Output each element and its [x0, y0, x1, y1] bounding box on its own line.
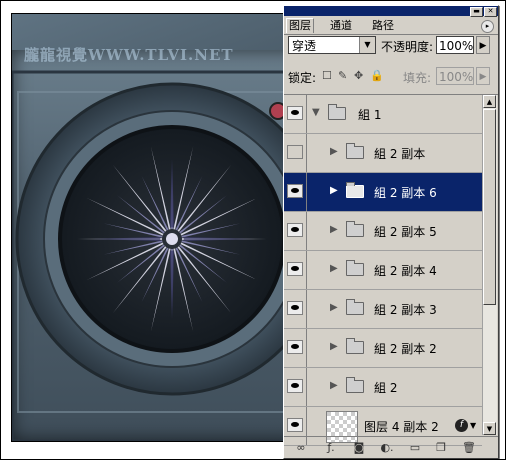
tab-channels[interactable]: 通道 — [328, 19, 354, 33]
layer-row[interactable]: ▶ 組 2 副本 2 — [284, 329, 482, 368]
panel-bottom-toolbar: ∞ ƒ. ◙ ◐. ▭ ❐ 🗑 — [284, 436, 498, 459]
blend-mode-select[interactable]: 穿透 ▼ — [288, 36, 376, 54]
folder-icon — [346, 182, 364, 198]
folder-icon — [346, 299, 364, 315]
scroll-up-button[interactable]: ▲ — [483, 95, 496, 108]
eye-icon[interactable] — [287, 223, 303, 237]
new-group-icon[interactable]: ▭ — [408, 441, 422, 454]
chevron-right-icon[interactable]: ▶ — [330, 146, 338, 157]
folder-icon — [346, 143, 364, 159]
layers-panel: ▬ ✕ 图层 通道 路径 ▸ 穿透 ▼ 不透明度: 100% ▶ 锁定: ☐ ✎… — [283, 5, 499, 459]
fill-label: 填充: — [403, 71, 432, 85]
lock-transparency-icon[interactable]: ☐ — [322, 69, 332, 82]
minimize-button[interactable]: ▬ — [470, 7, 483, 17]
layers-list: ▼ 組 1 ▶ 組 2 副本 ▶ 組 2 副本 6 ▶ 組 2 副本 5 ▶ 組… — [284, 95, 482, 446]
blend-row: 穿透 ▼ 不透明度: 100% ▶ — [284, 36, 498, 58]
scrollbar-thumb[interactable] — [483, 109, 496, 305]
eye-icon[interactable] — [287, 379, 303, 393]
tab-paths[interactable]: 路径 — [370, 19, 396, 33]
panel-menu-icon[interactable]: ▸ — [481, 20, 494, 33]
fx-icon[interactable]: f — [455, 419, 468, 432]
fill-slider-arrow[interactable]: ▶ — [476, 67, 490, 85]
folder-icon — [346, 221, 364, 237]
chevron-right-icon[interactable]: ▶ — [330, 185, 338, 196]
chevron-right-icon[interactable]: ▶ — [330, 302, 338, 313]
folder-icon — [346, 377, 364, 393]
screenshot-frame: 朧龍視覺WWW.TLVI.NET ▬ ✕ 图层 通道 路径 ▸ 穿透 ▼ 不透明… — [0, 0, 506, 460]
lock-pixels-icon[interactable]: ✎ — [338, 69, 347, 82]
eye-icon[interactable] — [287, 418, 303, 432]
eye-icon[interactable] — [287, 262, 303, 276]
layer-mask-icon[interactable]: ◙ — [352, 441, 366, 454]
layer-name: 組 2 副本 5 — [374, 225, 437, 239]
layer-name: 組 2 副本 — [374, 147, 426, 161]
layer-row[interactable]: ▶ 組 2 副本 3 — [284, 290, 482, 329]
eye-icon[interactable] — [287, 340, 303, 354]
eye-icon[interactable] — [287, 145, 303, 159]
layer-row[interactable]: ▶ 組 2 副本 — [284, 134, 482, 173]
panel-tabs: 图层 通道 路径 — [284, 17, 498, 35]
chevron-down-icon[interactable]: ▼ — [470, 421, 476, 430]
chevron-down-icon[interactable]: ▼ — [359, 37, 375, 53]
layer-name: 图层 4 副本 2 — [364, 420, 439, 434]
delete-layer-icon[interactable]: 🗑 — [462, 441, 476, 454]
layer-name: 組 2 副本 6 — [374, 186, 437, 200]
opacity-label: 不透明度: — [381, 40, 434, 54]
lock-position-icon[interactable]: ✥ — [354, 69, 363, 82]
eye-icon[interactable] — [287, 301, 303, 315]
layer-style-icon[interactable]: ƒ. — [324, 441, 338, 454]
fill-input[interactable]: 100% — [436, 67, 474, 85]
folder-icon — [346, 260, 364, 276]
watermark-text: 朧龍視覺WWW.TLVI.NET — [24, 46, 234, 64]
opacity-input[interactable]: 100% — [436, 36, 474, 54]
lock-label: 锁定: — [288, 71, 317, 85]
tab-layers[interactable]: 图层 — [286, 18, 314, 33]
chevron-right-icon[interactable]: ▶ — [330, 380, 338, 391]
close-button[interactable]: ✕ — [484, 7, 497, 17]
new-layer-icon[interactable]: ❐ — [434, 441, 448, 454]
chevron-right-icon[interactable]: ▶ — [330, 341, 338, 352]
layer-row-selected[interactable]: ▶ 組 2 副本 6 — [284, 173, 482, 212]
link-layers-icon[interactable]: ∞ — [294, 441, 308, 454]
emblem-graphic — [12, 70, 308, 441]
lock-all-icon[interactable]: 🔒 — [370, 69, 384, 82]
scroll-down-button[interactable]: ▼ — [483, 422, 496, 435]
layers-scrollbar[interactable]: ▲ ▼ — [482, 95, 497, 435]
folder-icon — [346, 338, 364, 354]
layer-name: 組 2 副本 4 — [374, 264, 437, 278]
eye-icon[interactable] — [287, 106, 303, 120]
layer-name: 組 1 — [358, 108, 382, 122]
adjustment-layer-icon[interactable]: ◐. — [380, 441, 394, 454]
eye-icon[interactable] — [287, 184, 303, 198]
layer-row[interactable]: ▶ 組 2 副本 5 — [284, 212, 482, 251]
canvas-artwork: 朧龍視覺WWW.TLVI.NET — [11, 13, 309, 442]
chevron-down-icon[interactable]: ▼ — [312, 107, 320, 118]
panel-titlebar[interactable]: ▬ ✕ — [284, 6, 498, 17]
layer-row[interactable]: ▶ 組 2 — [284, 368, 482, 407]
chevron-right-icon[interactable]: ▶ — [330, 224, 338, 235]
layer-name: 組 2 副本 2 — [374, 342, 437, 356]
lock-row: 锁定: ☐ ✎ ✥ 🔒 填充: 100% ▶ — [284, 62, 498, 95]
chevron-right-icon[interactable]: ▶ — [330, 263, 338, 274]
layer-row[interactable]: ▼ 組 1 — [284, 95, 482, 134]
blend-mode-value: 穿透 — [292, 39, 317, 53]
folder-icon — [328, 104, 346, 120]
layer-name: 組 2 — [374, 381, 398, 395]
layer-name: 組 2 副本 3 — [374, 303, 437, 317]
layer-row[interactable]: ▶ 組 2 副本 4 — [284, 251, 482, 290]
opacity-slider-arrow[interactable]: ▶ — [476, 36, 490, 54]
